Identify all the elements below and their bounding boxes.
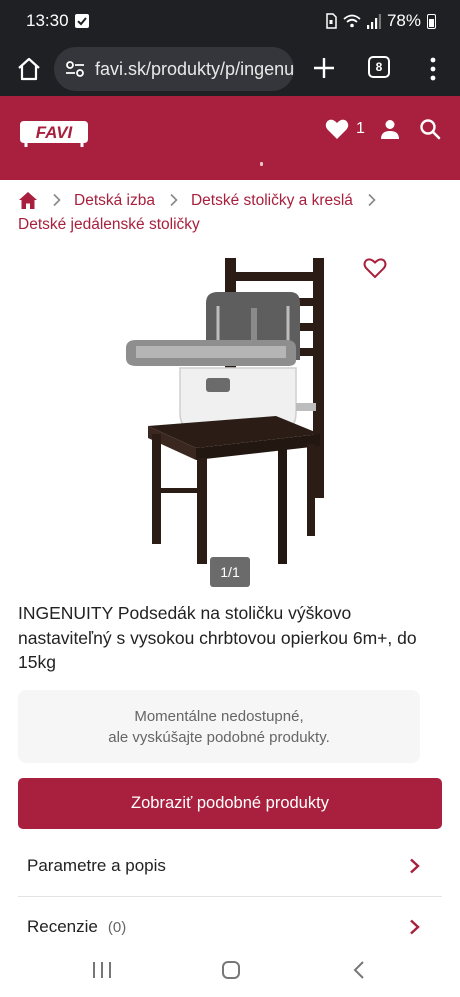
section-label: Recenzie: [27, 917, 98, 936]
favorite-heart-icon[interactable]: [363, 257, 387, 279]
product-image[interactable]: [100, 248, 360, 578]
home-nav-icon[interactable]: [221, 960, 241, 980]
header-indicator: [260, 162, 263, 166]
heart-icon[interactable]: [325, 118, 349, 140]
recents-icon[interactable]: [91, 960, 113, 980]
browser-toolbar: favi.sk/produkty/p/ingenuity 8: [0, 44, 460, 96]
address-bar[interactable]: favi.sk/produkty/p/ingenuity: [54, 47, 294, 91]
availability-notice: Momentálne nedostupné, ale vyskúšajte po…: [18, 690, 420, 763]
section-parameters[interactable]: Parametre a popis: [18, 836, 442, 896]
notification-check-icon: [75, 14, 89, 28]
tab-switcher-button[interactable]: 8: [368, 56, 390, 78]
system-navigation-bar: [0, 946, 460, 997]
chevron-right-icon[interactable]: [409, 858, 420, 874]
signal-icon: [366, 13, 381, 29]
tune-icon[interactable]: [64, 58, 86, 80]
breadcrumb-item[interactable]: Detské jedálenské stoličky: [18, 213, 200, 236]
chevron-right-icon: [170, 193, 178, 207]
availability-line: ale vyskúšajte podobné produkty.: [108, 729, 330, 746]
image-counter: 1/1: [210, 557, 250, 587]
battery-percent: 78%: [386, 11, 421, 30]
chevron-right-icon[interactable]: [409, 919, 420, 935]
site-header: FAVI 1: [0, 96, 460, 180]
wishlist-count[interactable]: 1: [356, 120, 365, 138]
breadcrumb-item[interactable]: Detská izba: [74, 189, 155, 212]
product-title: INGENUITY Podsedák na stoličku výškovo n…: [18, 603, 417, 672]
home-icon[interactable]: [14, 54, 44, 84]
review-count: (0): [107, 918, 127, 936]
back-icon[interactable]: [352, 960, 366, 980]
search-icon[interactable]: [419, 118, 441, 140]
sim-icon: [326, 13, 337, 29]
house-icon[interactable]: [18, 191, 38, 210]
battery-icon: [427, 13, 436, 29]
availability-line: Momentálne nedostupné,: [134, 708, 304, 725]
chevron-right-icon: [368, 193, 376, 207]
more-vert-icon[interactable]: [424, 54, 442, 84]
breadcrumb: Detská izba Detské stoličky a kreslá Det…: [18, 188, 448, 236]
status-bar: 13:30 78%: [0, 0, 460, 44]
user-icon[interactable]: [379, 118, 401, 140]
svg-text:FAVI: FAVI: [36, 123, 74, 142]
status-indicators: 78%: [325, 11, 436, 31]
breadcrumb-item[interactable]: Detské stoličky a kreslá: [191, 189, 353, 212]
section-label: Parametre a popis: [27, 856, 166, 875]
plus-icon[interactable]: [311, 55, 337, 81]
status-time: 13:30: [26, 11, 69, 30]
show-similar-button[interactable]: Zobraziť podobné produkty: [18, 778, 442, 829]
favi-logo[interactable]: FAVI: [18, 113, 90, 149]
wifi-icon: [343, 14, 361, 28]
chevron-right-icon: [53, 193, 61, 207]
url-text[interactable]: favi.sk/produkty/p/ingenuity: [95, 59, 294, 80]
